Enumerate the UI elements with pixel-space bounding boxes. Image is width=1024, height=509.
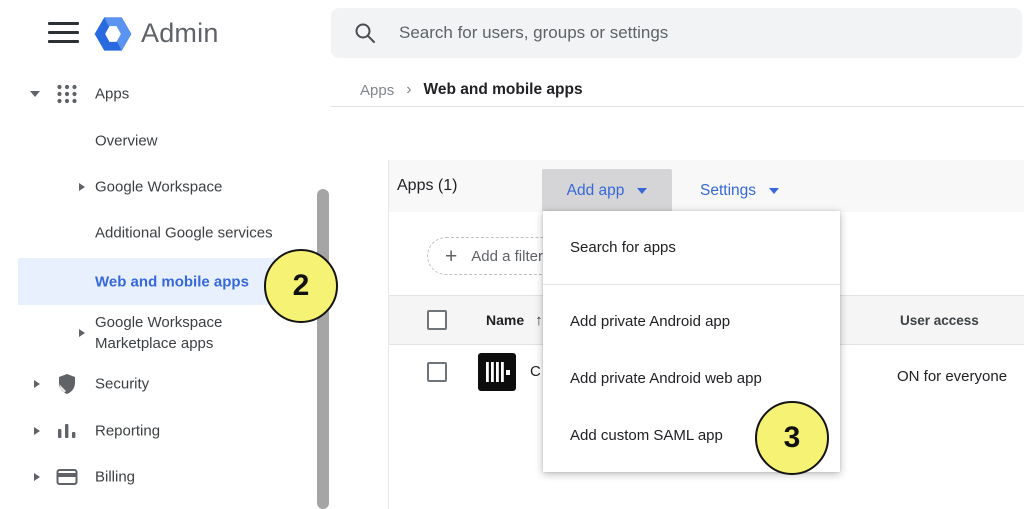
settings-label: Settings <box>700 182 756 200</box>
add-app-label: Add app <box>567 182 625 200</box>
sidebar-item-label: Additional Google services <box>95 224 273 241</box>
sidebar-item-overview[interactable]: Overview <box>0 118 314 163</box>
breadcrumb-current: Web and mobile apps <box>424 81 583 99</box>
sidebar-scrollbar[interactable] <box>317 189 329 509</box>
sidebar-item-additional-google-services[interactable]: Additional Google services <box>0 210 314 255</box>
sidebar-item-label: Google Workspace <box>95 178 222 195</box>
search-bar[interactable] <box>331 8 1022 58</box>
row-checkbox[interactable] <box>427 362 447 382</box>
chevron-right-icon: › <box>406 81 411 99</box>
breadcrumb: Apps › Web and mobile apps <box>360 79 583 101</box>
caret-right-icon <box>34 380 40 388</box>
app-name: C <box>530 363 541 380</box>
sidebar-item-label: Web and mobile apps <box>95 273 249 290</box>
dropdown-arrow-icon <box>637 188 647 194</box>
sidebar-item-label: Overview <box>95 132 158 149</box>
search-icon <box>353 21 377 45</box>
caret-right-icon <box>34 473 40 481</box>
header-divider <box>331 106 1024 107</box>
menu-item-search-for-apps[interactable]: Search for apps <box>543 211 840 285</box>
plus-icon: + <box>445 246 457 267</box>
admin-logo-icon <box>92 13 134 55</box>
menu-button[interactable] <box>48 22 79 44</box>
menu-item-add-private-android-app[interactable]: Add private Android app <box>543 293 840 350</box>
add-app-button[interactable]: Add app <box>542 169 672 212</box>
annotation-step-2-badge: 2 <box>264 249 338 323</box>
menu-item-add-private-android-web-app[interactable]: Add private Android web app <box>543 350 840 407</box>
sidebar-item-label: Google Workspace Marketplace apps <box>95 312 280 354</box>
admin-console: Admin Apps › Web and mobile apps Apps Ov… <box>0 0 1024 509</box>
name-column-label: Name <box>486 312 524 328</box>
shield-icon <box>55 372 79 396</box>
app-logo-icon <box>478 353 516 391</box>
bar-chart-icon <box>55 419 79 443</box>
add-filter-label: Add a filter <box>471 248 543 265</box>
caret-right-icon <box>79 183 85 191</box>
user-access-column-header: User access <box>900 296 979 344</box>
credit-card-icon <box>55 465 79 489</box>
caret-down-icon <box>30 91 40 97</box>
sidebar-item-security[interactable]: Security <box>0 361 314 406</box>
apps-count-label: Apps (1) <box>397 160 457 212</box>
sidebar-item-reporting[interactable]: Reporting <box>0 408 314 453</box>
hamburger-icon <box>48 22 79 25</box>
sidebar-item-apps[interactable]: Apps <box>0 71 314 116</box>
settings-button[interactable]: Settings <box>690 169 789 212</box>
sidebar-item-billing[interactable]: Billing <box>0 454 314 500</box>
sidebar-item-label: Security <box>95 375 149 392</box>
annotation-step-3-badge: 3 <box>755 401 829 475</box>
apps-toolbar: Apps (1) Add app Settings <box>389 160 1024 212</box>
user-access-value: ON for everyone <box>897 346 1007 406</box>
breadcrumb-apps-link[interactable]: Apps <box>360 82 394 99</box>
caret-right-icon <box>34 427 40 435</box>
select-all-checkbox[interactable] <box>427 310 447 330</box>
sidebar-item-label: Apps <box>95 85 129 102</box>
sidebar-item-label: Billing <box>95 469 135 486</box>
menu-spacer <box>543 285 840 293</box>
sidebar-item-google-workspace[interactable]: Google Workspace <box>0 164 314 209</box>
apps-grid-icon <box>55 82 79 106</box>
sort-ascending-icon: ↑ <box>535 312 543 329</box>
app-title: Admin <box>141 18 219 49</box>
caret-right-icon <box>79 329 85 337</box>
name-column-header[interactable]: Name ↑ <box>486 296 543 344</box>
sidebar-item-label: Reporting <box>95 422 160 439</box>
sidebar-item-gw-marketplace-apps[interactable]: Google Workspace Marketplace apps <box>0 308 314 358</box>
dropdown-arrow-icon <box>769 188 779 194</box>
search-input[interactable] <box>399 23 959 43</box>
